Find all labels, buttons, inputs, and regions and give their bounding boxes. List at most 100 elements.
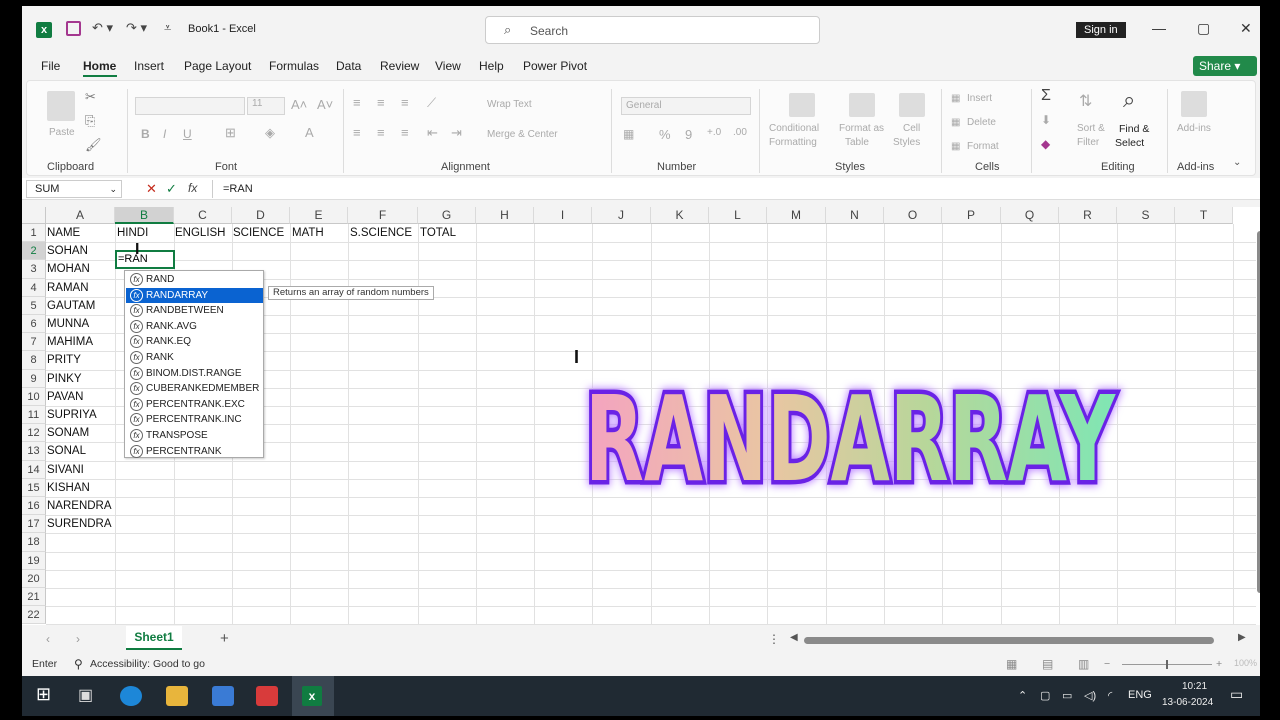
find-select-label-2[interactable]: Select [1115, 137, 1144, 149]
clock-date[interactable]: 13-06-2024 [1162, 697, 1213, 708]
name-cell[interactable]: KISHAN [47, 479, 90, 497]
delete-cells-icon[interactable]: ▦ [951, 117, 960, 128]
autocomplete-item[interactable]: fx RANK [126, 350, 263, 366]
accessibility-status[interactable]: Accessibility: Good to go [90, 658, 205, 670]
col-header[interactable]: C [174, 207, 232, 224]
show-hidden-icons-icon[interactable]: ⌃ [1018, 689, 1027, 702]
normal-view-icon[interactable]: ▦ [1006, 657, 1017, 671]
excel-taskbar-button[interactable]: x [292, 676, 334, 716]
row-header[interactable]: 8 [22, 351, 46, 370]
name-cell[interactable]: MAHIMA [47, 333, 93, 351]
row-header[interactable]: 12 [22, 424, 46, 443]
undo-icon[interactable]: ↶ ▾ [92, 20, 113, 36]
page-layout-view-icon[interactable]: ▤ [1042, 657, 1053, 671]
align-center-icon[interactable]: ≡ [377, 125, 385, 140]
save-icon[interactable] [66, 21, 81, 36]
cut-icon[interactable]: ✂ [85, 89, 96, 105]
customize-toolbar-icon[interactable]: ⩡ [164, 20, 171, 36]
row-header[interactable]: 6 [22, 315, 46, 334]
autocomplete-item[interactable]: fx RANDARRAY [126, 287, 263, 304]
align-middle-icon[interactable]: ≡ [377, 95, 385, 110]
row-header[interactable]: 13 [22, 442, 46, 461]
fill-color-icon[interactable]: ◈ [265, 125, 275, 141]
row-header[interactable]: 11 [22, 406, 46, 425]
tab-home[interactable]: Home [83, 59, 116, 73]
meet-now-icon[interactable]: ▢ [1040, 689, 1050, 702]
insert-cells-icon[interactable]: ▦ [951, 93, 960, 104]
format-as-table-icon[interactable] [849, 93, 875, 117]
zoom-in-icon[interactable]: + [1216, 658, 1222, 670]
col-header[interactable]: L [709, 207, 767, 224]
col-header[interactable]: P [942, 207, 1001, 224]
clear-icon[interactable]: ◆ [1041, 137, 1050, 151]
conditional-formatting-label-2[interactable]: Formatting [769, 137, 817, 148]
font-color-icon[interactable]: A [305, 125, 314, 140]
row-header[interactable]: 2 [22, 242, 46, 261]
formula-input[interactable]: =RAN [212, 180, 1252, 198]
row-header[interactable]: 17 [22, 515, 46, 534]
tab-page-layout[interactable]: Page Layout [184, 59, 251, 73]
name-cell[interactable]: PAVAN [47, 388, 83, 406]
align-bottom-icon[interactable]: ≡ [401, 95, 409, 110]
align-left-icon[interactable]: ≡ [353, 125, 361, 140]
autocomplete-item[interactable]: fx PERCENTRANK [126, 444, 263, 460]
row-header[interactable]: 1 [22, 224, 46, 243]
name-cell[interactable]: SIVANI [47, 461, 84, 479]
header-cell[interactable]: S.SCIENCE [350, 224, 412, 242]
collapse-ribbon-icon[interactable]: ⌄ [1233, 157, 1241, 168]
format-painter-icon[interactable]: 🖌 [85, 137, 102, 153]
format-as-table-label-1[interactable]: Format as [839, 123, 884, 134]
name-cell[interactable]: SUPRIYA [47, 406, 97, 424]
search-input[interactable]: ⌕ Search [485, 16, 820, 44]
col-header[interactable]: M [767, 207, 826, 224]
row-header[interactable]: 14 [22, 460, 46, 479]
col-header[interactable]: K [651, 207, 709, 224]
name-cell[interactable]: NARENDRA [47, 497, 112, 515]
file-explorer-icon[interactable] [166, 686, 188, 706]
clock-time[interactable]: 10:21 [1182, 681, 1207, 692]
increase-indent-icon[interactable]: ⇥ [451, 125, 462, 141]
more-options-icon[interactable]: ⋮ [768, 632, 780, 646]
merge-center-button[interactable]: Merge & Center [487, 129, 558, 140]
sort-filter-label-1[interactable]: Sort & [1077, 123, 1105, 134]
col-header[interactable]: F [348, 207, 418, 224]
autosum-icon[interactable]: Σ [1041, 87, 1051, 105]
decrease-decimal-icon[interactable]: .00 [733, 127, 747, 138]
row-header[interactable]: 21 [22, 588, 46, 607]
sign-in-button[interactable]: Sign in [1076, 22, 1126, 38]
col-header[interactable]: E [290, 207, 348, 224]
row-header[interactable]: 5 [22, 296, 46, 315]
col-header[interactable]: B [115, 207, 174, 224]
name-cell[interactable]: MOHAN [47, 260, 90, 278]
zoom-out-icon[interactable]: − [1104, 658, 1110, 670]
percent-icon[interactable]: % [659, 127, 671, 142]
col-header[interactable]: G [418, 207, 476, 224]
network-icon[interactable]: ◜ [1108, 689, 1112, 702]
zoom-slider-thumb[interactable] [1166, 660, 1168, 669]
conditional-formatting-label-1[interactable]: Conditional [769, 123, 819, 134]
number-format-select[interactable]: General [621, 97, 751, 115]
insert-function-icon[interactable]: fx [188, 181, 197, 195]
comma-icon[interactable]: 9 [685, 127, 692, 142]
notifications-icon[interactable]: ▭ [1230, 686, 1243, 703]
header-cell[interactable]: NAME [47, 224, 80, 242]
windows-start-icon[interactable]: ⊞ [36, 684, 51, 705]
close-icon[interactable]: ✕ [1240, 20, 1252, 37]
header-cell[interactable]: TOTAL [420, 224, 456, 242]
cancel-icon[interactable]: ✕ [146, 181, 157, 197]
autocomplete-item[interactable]: fx CUBERANKEDMEMBER [126, 381, 263, 397]
row-header[interactable]: 16 [22, 497, 46, 516]
task-view-icon[interactable]: ▣ [78, 685, 93, 705]
name-cell[interactable]: GAUTAM [47, 297, 95, 315]
header-cell[interactable]: ENGLISH [175, 224, 226, 242]
col-header[interactable]: O [884, 207, 942, 224]
grow-font-icon[interactable]: A˄ [291, 97, 307, 112]
autocomplete-item[interactable]: fx BINOM.DIST.RANGE [126, 366, 263, 382]
name-cell[interactable]: MUNNA [47, 315, 89, 333]
tab-help[interactable]: Help [479, 59, 504, 73]
col-header[interactable]: H [476, 207, 534, 224]
addins-button[interactable]: Add-ins [1177, 123, 1211, 134]
vertical-scroll-thumb[interactable] [1257, 231, 1260, 593]
decrease-indent-icon[interactable]: ⇤ [427, 125, 438, 141]
header-cell[interactable]: SCIENCE [233, 224, 284, 242]
